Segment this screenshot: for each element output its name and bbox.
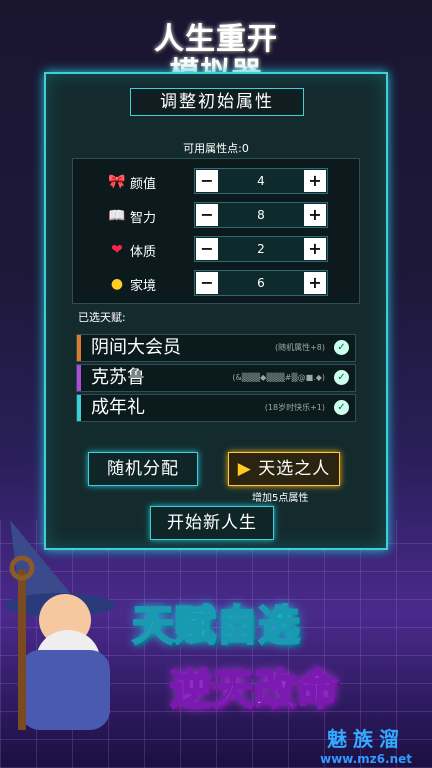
attribute-value: 4 [257, 174, 265, 188]
check-icon: ✓ [334, 340, 349, 355]
attribute-value: 2 [257, 242, 265, 256]
talent-name: 克苏鲁 [91, 367, 145, 388]
random-assign-button[interactable]: 随机分配 [88, 452, 198, 486]
decrease-button[interactable]: − [196, 238, 218, 260]
chosen-one-subtext: 增加5点属性 [252, 493, 309, 504]
attribute-label: 智力 [130, 211, 157, 226]
watermark-url: www.mz6.net [320, 752, 412, 766]
attribute-row-intelligence: 📖 智力 − 8 + [102, 202, 352, 230]
talent-name: 阴间大会员 [91, 337, 181, 358]
attribute-value: 6 [257, 276, 265, 290]
attribute-row-family: ● 家境 − 6 + [102, 270, 352, 298]
attribute-row-looks: 🎀 颜值 − 4 + [102, 168, 352, 196]
talent-color-bar [77, 395, 81, 421]
attribute-control: − 6 + [194, 270, 328, 296]
talents-label: 已选天赋: [78, 311, 126, 324]
talent-color-bar [77, 365, 81, 391]
check-icon: ✓ [334, 400, 349, 415]
attribute-row-constitution: ❤ 体质 − 2 + [102, 236, 352, 264]
decrease-button[interactable]: − [196, 204, 218, 226]
decrease-button[interactable]: − [196, 170, 218, 192]
decrease-button[interactable]: − [196, 272, 218, 294]
bow-icon: 🎀 [108, 174, 126, 190]
watermark: 魅族溜 www.mz6.net [320, 723, 412, 766]
heart-icon: ❤ [111, 242, 123, 258]
increase-button[interactable]: + [304, 238, 326, 260]
video-icon: ▶ [237, 459, 252, 479]
chosen-one-button[interactable]: ▶ 天选之人 [228, 452, 340, 486]
talent-color-bar [77, 335, 81, 361]
talent-item[interactable]: 成年礼 (18岁时快乐+1) ✓ [76, 394, 356, 422]
attribute-value: 8 [257, 208, 265, 222]
attribute-label: 体质 [130, 245, 157, 260]
attribute-control: − 2 + [194, 236, 328, 262]
talent-desc: (&▒▒▒◆▒▒▒#▒@■.◆) [232, 373, 325, 382]
coin-icon: ● [110, 276, 124, 292]
attribute-control: − 4 + [194, 168, 328, 194]
increase-button[interactable]: + [304, 272, 326, 294]
talent-item[interactable]: 阴间大会员 (随机属性+8) ✓ [76, 334, 356, 362]
talent-name: 成年礼 [91, 397, 145, 418]
available-points: 可用属性点:0 [183, 142, 249, 155]
talent-desc: (随机属性+8) [274, 343, 325, 352]
attribute-label: 家境 [130, 279, 157, 294]
talent-item[interactable]: 克苏鲁 (&▒▒▒◆▒▒▒#▒@■.◆) ✓ [76, 364, 356, 392]
chosen-one-label: 天选之人 [258, 459, 331, 479]
slogan-fate: 逆天改命 [169, 664, 339, 715]
watermark-text: 魅族溜 [327, 727, 406, 751]
attribute-control: − 8 + [194, 202, 328, 228]
attribute-label: 颜值 [130, 177, 157, 192]
increase-button[interactable]: + [304, 204, 326, 226]
slogan-talent: 天赋自选 [131, 600, 301, 651]
talent-desc: (18岁时快乐+1) [264, 403, 325, 412]
increase-button[interactable]: + [304, 170, 326, 192]
panel-subtitle: 调整初始属性 [130, 88, 304, 116]
book-icon: 📖 [108, 208, 126, 224]
check-icon: ✓ [334, 370, 349, 385]
